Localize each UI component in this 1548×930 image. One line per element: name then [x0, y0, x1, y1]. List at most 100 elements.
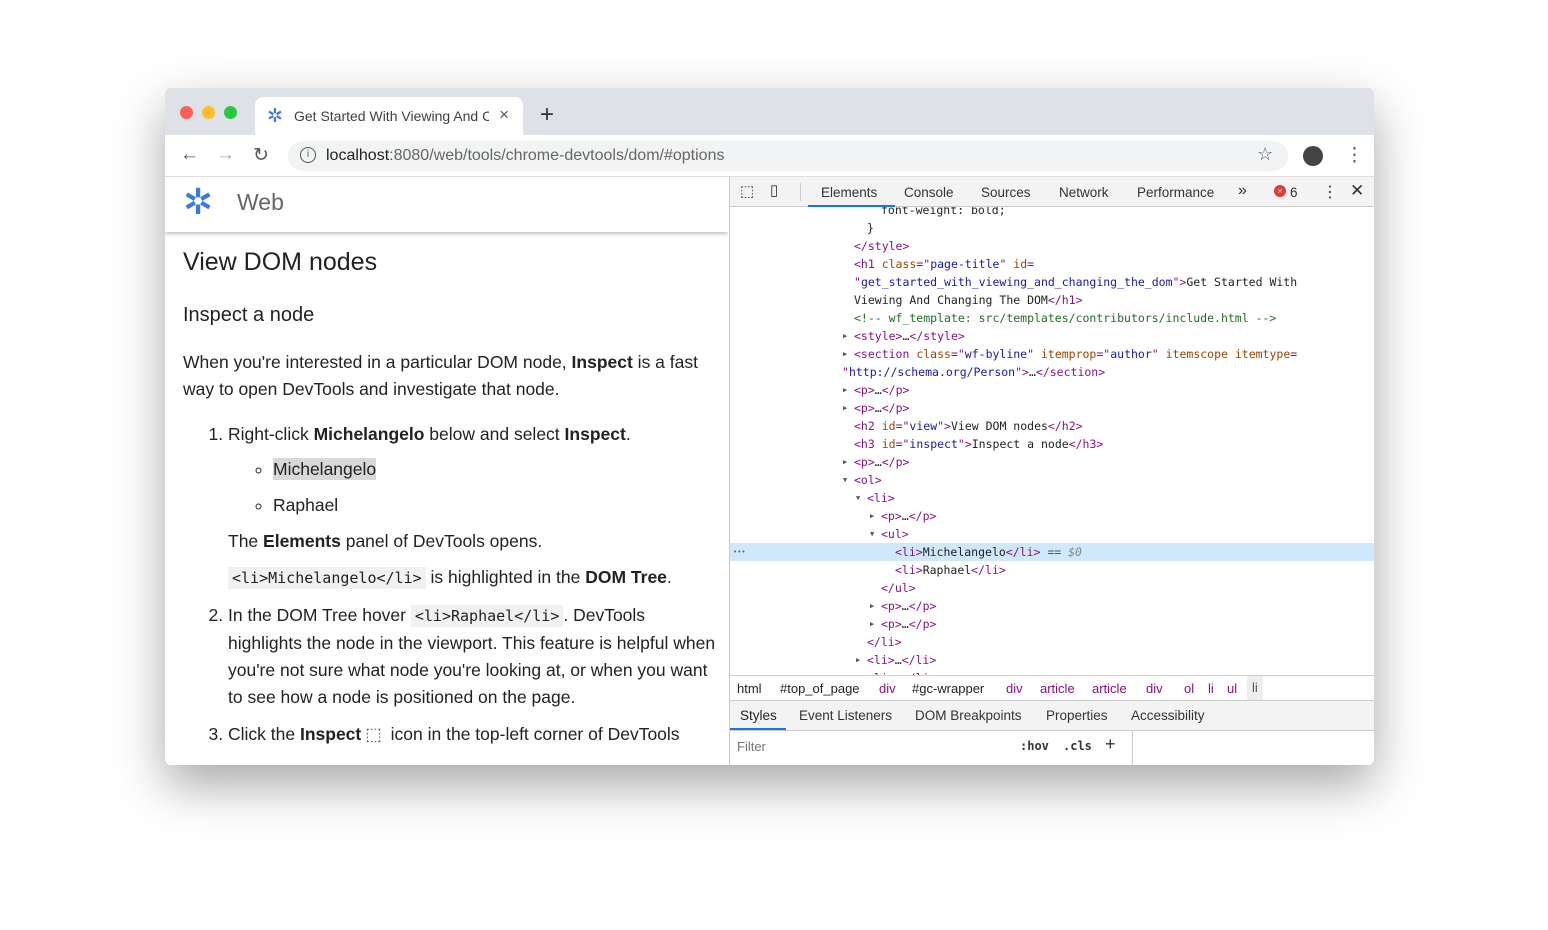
- text-span: Right-click: [228, 424, 314, 444]
- site-logo-icon[interactable]: ✲: [183, 182, 213, 222]
- dom-token: …: [901, 599, 909, 613]
- tab-styles[interactable]: Styles: [740, 708, 777, 723]
- address-bar[interactable]: i localhost:8080/web/tools/chrome-devtoo…: [288, 141, 1288, 171]
- back-icon[interactable]: ←: [180, 144, 199, 166]
- dom-node-line[interactable]: Viewing And Changing The DOM</h1>: [730, 291, 1374, 309]
- new-tab-button[interactable]: +: [540, 101, 554, 129]
- tab-network[interactable]: Network: [1059, 185, 1109, 200]
- step-note: The Elements panel of DevTools opens.: [228, 528, 718, 555]
- dom-node-line[interactable]: ▶ <style>…</style>: [730, 327, 1374, 345]
- dom-node-line[interactable]: ▶ <p>…</p>: [730, 399, 1374, 417]
- dom-node-line[interactable]: font-weight: bold;: [730, 207, 1374, 219]
- dom-node-line[interactable]: ▼ <li>: [730, 489, 1374, 507]
- inspect-element-icon[interactable]: ⬚: [740, 182, 754, 200]
- expand-arrow-right-icon[interactable]: ▶: [870, 615, 874, 633]
- breadcrumb-item[interactable]: #gc-wrapper: [912, 681, 984, 696]
- dom-node-line[interactable]: <h3 id="inspect">Inspect a node</h3>: [730, 435, 1374, 453]
- dom-node-line[interactable]: <!-- wf_template: src/templates/contribu…: [730, 309, 1374, 327]
- close-devtools-icon[interactable]: ✕: [1350, 181, 1364, 201]
- profile-avatar-icon[interactable]: [1303, 146, 1323, 166]
- dom-token: <h2: [854, 419, 882, 433]
- dom-node-line[interactable]: }: [730, 219, 1374, 237]
- breadcrumb-item[interactable]: html: [737, 681, 762, 696]
- dom-node-line[interactable]: ▶ <section class="wf-byline" itemprop="au…: [730, 345, 1374, 363]
- tab-performance[interactable]: Performance: [1137, 185, 1214, 200]
- expand-arrow-right-icon[interactable]: ▶: [870, 597, 874, 615]
- devtools-menu-icon[interactable]: ⋮: [1322, 182, 1338, 202]
- browser-tab[interactable]: ✲ Get Started With Viewing And Changing …: [255, 97, 523, 135]
- more-tabs-icon[interactable]: »: [1238, 182, 1247, 200]
- site-name[interactable]: Web: [237, 189, 284, 216]
- dom-node-line[interactable]: </li>: [730, 633, 1374, 651]
- dom-node-line[interactable]: ▶ <p>…</p>: [730, 453, 1374, 471]
- breadcrumb-item[interactable]: div: [1146, 681, 1163, 696]
- dom-node-line[interactable]: ▶ <p>…</p>: [730, 507, 1374, 525]
- text-span: .: [666, 567, 672, 587]
- close-tab-icon[interactable]: ×: [499, 105, 509, 125]
- dom-node-line[interactable]: ▶ <p>…</p>: [730, 615, 1374, 633]
- expand-arrow-right-icon[interactable]: ▶: [843, 381, 847, 399]
- dom-node-line[interactable]: ▶ <p>…</p>: [730, 597, 1374, 615]
- breadcrumb-item[interactable]: ol: [1184, 681, 1194, 696]
- breadcrumb-item[interactable]: article: [1040, 681, 1075, 696]
- dom-node-line[interactable]: ••• <li>Michelangelo</li> == $0: [730, 543, 1374, 561]
- dom-token: id: [1013, 257, 1028, 271]
- cls-toggle[interactable]: .cls: [1063, 739, 1092, 753]
- dom-node-line[interactable]: "http://schema.org/Person">…</section>: [730, 363, 1374, 381]
- tab-dom-breakpoints[interactable]: DOM Breakpoints: [915, 708, 1022, 723]
- breadcrumb-item[interactable]: li: [1208, 681, 1214, 696]
- error-count[interactable]: 6: [1290, 185, 1298, 200]
- dom-token: ": [999, 257, 1014, 271]
- bookmark-star-icon[interactable]: ☆: [1257, 144, 1273, 165]
- expand-arrow-right-icon[interactable]: ▶: [843, 345, 847, 363]
- minimize-window-button[interactable]: [202, 106, 215, 119]
- styles-filter-input[interactable]: [732, 735, 1006, 757]
- dom-node-line[interactable]: ▶ <p>…</p>: [730, 381, 1374, 399]
- breadcrumb-item[interactable]: ul: [1227, 681, 1237, 696]
- hov-toggle[interactable]: :hov: [1020, 739, 1049, 753]
- tab-elements[interactable]: Elements: [821, 185, 877, 200]
- tab-console[interactable]: Console: [904, 185, 954, 200]
- expand-arrow-right-icon[interactable]: ▶: [870, 507, 874, 525]
- dom-node-line[interactable]: </style>: [730, 237, 1374, 255]
- dom-node-line[interactable]: ▼ <ul>: [730, 525, 1374, 543]
- breadcrumb-item[interactable]: article: [1092, 681, 1127, 696]
- tab-event-listeners[interactable]: Event Listeners: [799, 708, 892, 723]
- reload-icon[interactable]: ↻: [253, 144, 269, 167]
- dom-node-line[interactable]: <h2 id="view">View DOM nodes</h2>: [730, 417, 1374, 435]
- forward-icon[interactable]: →: [216, 144, 235, 166]
- menu-kebab-icon[interactable]: ⋮: [1345, 144, 1364, 167]
- new-style-rule-button[interactable]: +: [1105, 734, 1116, 755]
- close-window-button[interactable]: [180, 106, 193, 119]
- step-text: Click the Inspect⬚ icon in the top-left …: [228, 721, 718, 748]
- device-toolbar-icon[interactable]: ▯: [770, 181, 778, 199]
- breadcrumb-item[interactable]: div: [879, 681, 896, 696]
- dom-node-line[interactable]: "get_started_with_viewing_and_changing_t…: [730, 273, 1374, 291]
- expand-arrow-right-icon[interactable]: ▶: [843, 453, 847, 471]
- breadcrumb-item[interactable]: li: [1247, 676, 1263, 700]
- expand-arrow-down-icon[interactable]: ▼: [856, 489, 860, 507]
- expand-arrow-down-icon[interactable]: ▼: [870, 525, 874, 543]
- expand-arrow-right-icon[interactable]: ▶: [856, 651, 860, 669]
- tab-sources[interactable]: Sources: [981, 185, 1031, 200]
- dom-token: http://schema.org/Person: [848, 365, 1016, 379]
- dom-node-line[interactable]: ▶ <li>…</li>: [730, 651, 1374, 669]
- expand-arrow-down-icon[interactable]: ▼: [843, 471, 847, 489]
- tab-properties[interactable]: Properties: [1046, 708, 1108, 723]
- error-icon[interactable]: ×: [1274, 185, 1286, 197]
- expand-arrow-right-icon[interactable]: ▶: [843, 399, 847, 417]
- dom-node-line[interactable]: ▼ <ol>: [730, 471, 1374, 489]
- dom-node-line[interactable]: </ul>: [730, 579, 1374, 597]
- breadcrumb-item[interactable]: #top_of_page: [780, 681, 860, 696]
- maximize-window-button[interactable]: [224, 106, 237, 119]
- web-page-viewport: ✲ Web View DOM nodes Inspect a node When…: [165, 177, 728, 765]
- site-header: ✲ Web: [165, 177, 728, 232]
- dom-node-line[interactable]: <li>Raphael</li>: [730, 561, 1374, 579]
- info-icon[interactable]: i: [300, 147, 316, 163]
- dom-token: <p>: [881, 509, 902, 523]
- selected-node-dots[interactable]: •••: [733, 543, 746, 561]
- dom-node-line[interactable]: <h1 class="page-title" id=: [730, 255, 1374, 273]
- breadcrumb-item[interactable]: div: [1006, 681, 1023, 696]
- tab-accessibility[interactable]: Accessibility: [1131, 708, 1205, 723]
- expand-arrow-right-icon[interactable]: ▶: [843, 327, 847, 345]
